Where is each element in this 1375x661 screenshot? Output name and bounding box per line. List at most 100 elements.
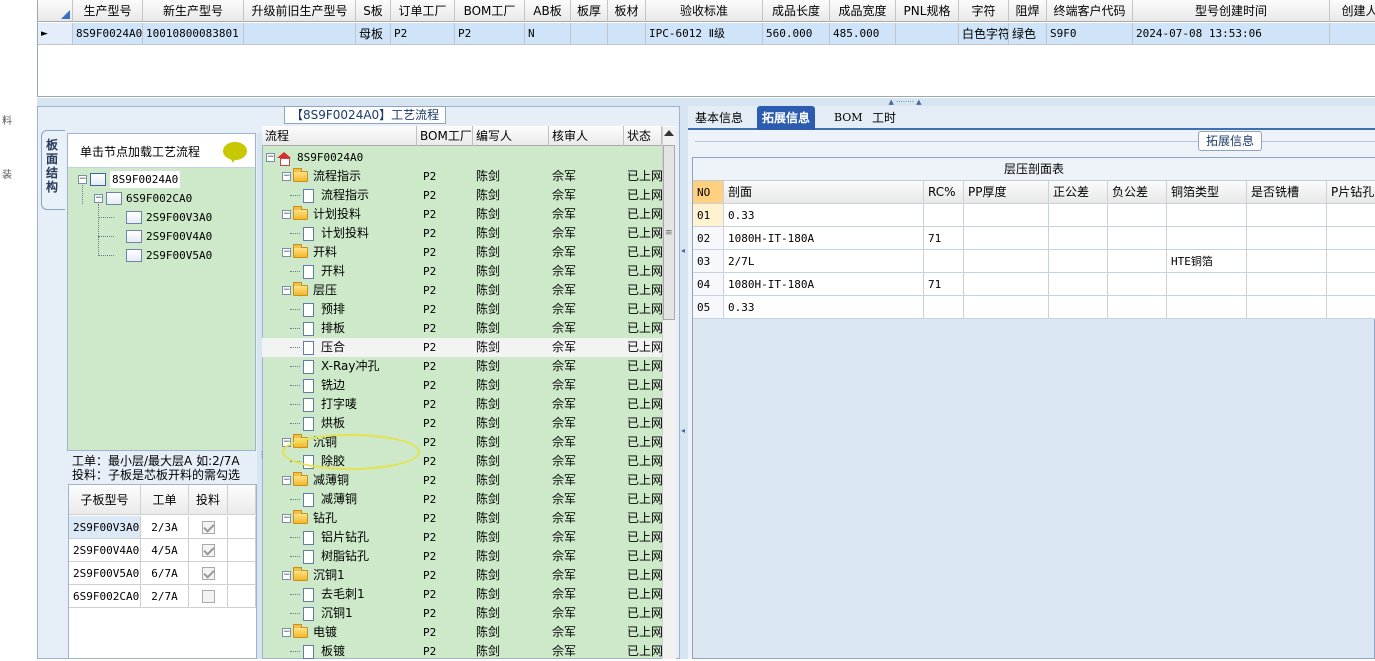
col-header[interactable]: BOM工厂 bbox=[455, 0, 525, 22]
cell[interactable] bbox=[924, 250, 964, 273]
col-header[interactable]: P片钻孔 bbox=[1327, 181, 1375, 204]
col-header[interactable]: 是否铣槽 bbox=[1247, 181, 1327, 204]
reviewer-cell[interactable]: 佘军 bbox=[549, 490, 624, 509]
cell[interactable] bbox=[896, 23, 959, 45]
cell[interactable] bbox=[1327, 204, 1375, 227]
cell[interactable] bbox=[964, 227, 1049, 250]
cell[interactable]: 1080H-IT-180A bbox=[724, 273, 924, 296]
flow-cell[interactable]: 排板 bbox=[262, 319, 417, 338]
writer-cell[interactable]: 陈剑 bbox=[473, 395, 549, 414]
tab-ext-info[interactable]: 拓展信息 bbox=[757, 106, 816, 130]
cell[interactable]: 2/3A bbox=[141, 516, 189, 539]
cell[interactable] bbox=[189, 516, 228, 539]
cell[interactable]: 1080H-IT-180A bbox=[724, 227, 924, 250]
flow-cell[interactable]: 铝片钻孔 bbox=[262, 528, 417, 547]
cell[interactable]: 485.000 bbox=[830, 23, 896, 45]
status-cell[interactable]: 已上网 bbox=[624, 509, 662, 528]
col-header[interactable]: 状态 bbox=[624, 126, 662, 146]
cell[interactable]: 0.33 bbox=[724, 204, 924, 227]
col-header[interactable]: 订单工厂 bbox=[391, 0, 455, 22]
cell[interactable]: IPC-6012 Ⅱ级 bbox=[646, 23, 763, 45]
tree-node[interactable]: 2S9F00V5A0 bbox=[126, 247, 212, 264]
grip-icon[interactable]: ⋮ bbox=[258, 450, 266, 459]
flow-cell[interactable]: 打字唛 bbox=[262, 395, 417, 414]
sub-board-table[interactable]: 子板型号 工单 投料 2S9F00V3A0 2/3A 2S9F00V4A0 4/… bbox=[68, 484, 257, 659]
status-cell[interactable]: 已上网 bbox=[624, 243, 662, 262]
flow-cell[interactable]: − 开料 bbox=[262, 243, 417, 262]
bom-cell[interactable]: P2 bbox=[417, 167, 473, 186]
status-cell[interactable]: 已上网 bbox=[624, 205, 662, 224]
tree-row-group[interactable]: − 减薄铜 P2 陈剑 佘军 已上网 bbox=[262, 471, 662, 490]
cell[interactable]: 4/5A bbox=[141, 539, 189, 562]
writer-cell[interactable]: 陈剑 bbox=[473, 547, 549, 566]
cell[interactable]: 2024-07-08 13:53:06 bbox=[1133, 23, 1330, 45]
col-header[interactable]: 流程 bbox=[262, 126, 417, 146]
reviewer-cell[interactable]: 佘军 bbox=[549, 566, 624, 585]
collapse-icon[interactable]: − bbox=[282, 210, 291, 219]
table-row[interactable]: 01 0.33 bbox=[693, 204, 1375, 227]
tree-row-step[interactable]: 计划投料 P2 陈剑 佘军 已上网 bbox=[262, 224, 662, 243]
cell[interactable]: 绿色 bbox=[1009, 23, 1047, 45]
cell[interactable] bbox=[1108, 227, 1167, 250]
cell[interactable]: 04 bbox=[693, 273, 724, 296]
writer-cell[interactable]: 陈剑 bbox=[473, 243, 549, 262]
cell[interactable]: 2/7A bbox=[141, 585, 189, 608]
flow-cell[interactable]: 流程指示 bbox=[262, 186, 417, 205]
cell[interactable]: P2 bbox=[391, 23, 455, 45]
writer-cell[interactable]: 陈剑 bbox=[473, 300, 549, 319]
writer-cell[interactable]: 陈剑 bbox=[473, 471, 549, 490]
col-header[interactable]: 负公差 bbox=[1108, 181, 1167, 204]
cell[interactable] bbox=[1247, 296, 1327, 319]
reviewer-cell[interactable]: 佘军 bbox=[549, 547, 624, 566]
cell[interactable] bbox=[608, 23, 646, 45]
reviewer-cell[interactable]: 佘军 bbox=[549, 623, 624, 642]
col-header[interactable]: 投料 bbox=[189, 485, 228, 515]
col-header[interactable]: BOM工厂 bbox=[417, 126, 473, 146]
writer-cell[interactable]: 陈剑 bbox=[473, 224, 549, 243]
cell[interactable] bbox=[1049, 250, 1108, 273]
status-cell[interactable]: 已上网 bbox=[624, 566, 662, 585]
cell[interactable] bbox=[189, 539, 228, 562]
col-header[interactable]: 铜箔类型 bbox=[1167, 181, 1247, 204]
feed-checkbox[interactable] bbox=[201, 567, 215, 580]
reviewer-cell[interactable]: 佘军 bbox=[549, 262, 624, 281]
bom-cell[interactable]: P2 bbox=[417, 338, 473, 357]
flow-cell[interactable]: 烘板 bbox=[262, 414, 417, 433]
status-cell[interactable]: 已上网 bbox=[624, 357, 662, 376]
cell[interactable] bbox=[1108, 250, 1167, 273]
cell[interactable]: 2S9F00V5A0 bbox=[69, 562, 141, 585]
status-cell[interactable]: 已上网 bbox=[624, 471, 662, 490]
status-cell[interactable]: 已上网 bbox=[624, 262, 662, 281]
cell[interactable]: 10010800083801 bbox=[143, 23, 244, 45]
status-cell[interactable]: 已上网 bbox=[624, 338, 662, 357]
cell[interactable]: 母板 bbox=[356, 23, 391, 45]
flow-cell[interactable]: 树脂钻孔 bbox=[262, 547, 417, 566]
bom-cell[interactable]: P2 bbox=[417, 566, 473, 585]
tree-row-step[interactable]: X-Ray冲孔 P2 陈剑 佘军 已上网 bbox=[262, 357, 662, 376]
reviewer-cell[interactable]: 佘军 bbox=[549, 186, 624, 205]
status-cell[interactable]: 已上网 bbox=[624, 452, 662, 471]
col-header[interactable]: 升级前旧生产型号 bbox=[244, 0, 356, 22]
cell[interactable]: 02 bbox=[693, 227, 724, 250]
tree-row-group[interactable]: − 电镀 P2 陈剑 佘军 已上网 bbox=[262, 623, 662, 642]
cell[interactable]: 71 bbox=[924, 273, 964, 296]
cell[interactable] bbox=[1167, 273, 1247, 296]
collapse-icon[interactable]: − bbox=[282, 172, 291, 181]
bom-cell[interactable]: P2 bbox=[417, 243, 473, 262]
cell[interactable] bbox=[1327, 273, 1375, 296]
tree-row-group[interactable]: − 计划投料 P2 陈剑 佘军 已上网 bbox=[262, 205, 662, 224]
reviewer-cell[interactable]: 佘军 bbox=[549, 281, 624, 300]
cell[interactable] bbox=[1049, 227, 1108, 250]
collapse-left-icon[interactable]: ◂ bbox=[681, 426, 685, 435]
tree-row-step[interactable]: 开料 P2 陈剑 佘军 已上网 bbox=[262, 262, 662, 281]
reviewer-cell[interactable]: 佘军 bbox=[549, 338, 624, 357]
flow-cell[interactable]: 预排 bbox=[262, 300, 417, 319]
status-cell[interactable]: 已上网 bbox=[624, 376, 662, 395]
collapse-icon[interactable]: − bbox=[282, 628, 291, 637]
col-header[interactable]: 正公差 bbox=[1049, 181, 1108, 204]
status-cell[interactable]: 已上网 bbox=[624, 414, 662, 433]
reviewer-cell[interactable]: 佘军 bbox=[549, 376, 624, 395]
reviewer-cell[interactable]: 佘军 bbox=[549, 395, 624, 414]
cell[interactable]: 03 bbox=[693, 250, 724, 273]
reviewer-cell[interactable]: 佘军 bbox=[549, 243, 624, 262]
